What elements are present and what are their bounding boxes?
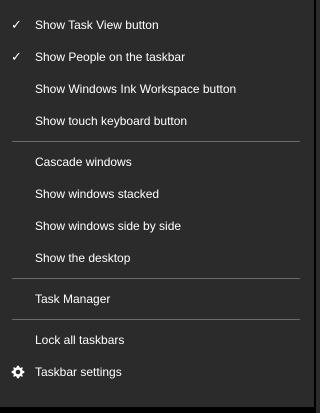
menu-item-label: Lock all taskbars [35, 333, 125, 347]
menu-item-show-task-view-button[interactable]: ✓ Show Task View button [0, 9, 314, 41]
menu-item-show-people-on-taskbar[interactable]: ✓ Show People on the taskbar [0, 41, 314, 73]
menu-item-show-the-desktop[interactable]: Show the desktop [0, 242, 314, 274]
menu-separator [12, 278, 300, 279]
menu-item-label: Cascade windows [35, 155, 132, 169]
menu-item-label: Taskbar settings [35, 365, 122, 379]
menu-item-taskbar-settings[interactable]: Taskbar settings [0, 356, 314, 388]
checkmark-icon: ✓ [11, 17, 22, 32]
menu-item-show-windows-ink-workspace-button[interactable]: Show Windows Ink Workspace button [0, 73, 314, 105]
menu-separator [12, 141, 300, 142]
menu-item-show-windows-stacked[interactable]: Show windows stacked [0, 178, 314, 210]
menu-item-label: Task Manager [35, 292, 111, 306]
gear-icon [11, 365, 25, 379]
menu-item-show-touch-keyboard-button[interactable]: Show touch keyboard button [0, 105, 314, 137]
menu-item-label: Show touch keyboard button [35, 114, 188, 128]
menu-item-label: Show windows stacked [35, 187, 160, 201]
menu-separator [12, 319, 300, 320]
menu-item-label: Show the desktop [35, 251, 131, 265]
menu-item-cascade-windows[interactable]: Cascade windows [0, 146, 314, 178]
menu-item-task-manager[interactable]: Task Manager [0, 283, 314, 315]
taskbar-context-menu: ✓ Show Task View button ✓ Show People on… [0, 0, 316, 413]
menu-item-show-windows-side-by-side[interactable]: Show windows side by side [0, 210, 314, 242]
checkmark-icon: ✓ [11, 49, 22, 64]
menu-item-label: Show Windows Ink Workspace button [35, 82, 237, 96]
menu-item-label: Show windows side by side [35, 219, 182, 233]
menu-item-lock-all-taskbars[interactable]: Lock all taskbars [0, 324, 314, 356]
menu-item-label: Show People on the taskbar [35, 50, 186, 64]
menu-item-label: Show Task View button [35, 18, 159, 32]
